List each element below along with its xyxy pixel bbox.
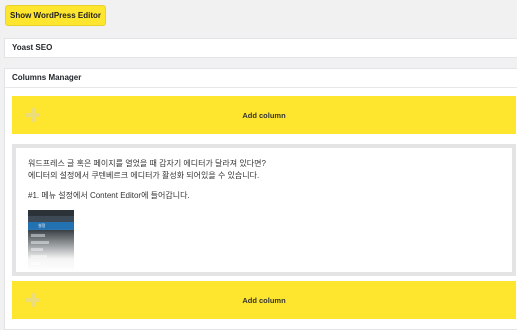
content-text-line-1: 워드프레스 글 혹은 페이지를 열었을 때 갑자기 에디터가 달라져 있다면? xyxy=(28,159,266,168)
add-column-button-bottom[interactable]: Add column xyxy=(12,281,516,319)
plus-icon xyxy=(26,293,40,307)
add-column-button-top[interactable]: Add column xyxy=(12,96,516,134)
content-fade-overlay xyxy=(16,228,512,272)
content-text-line-2: 에디터의 설정에서 쿠텐베르크 에디터가 활성화 되어있을 수 있습니다. xyxy=(28,171,260,180)
content-column-body[interactable]: 워드프레스 글 혹은 페이지를 열었을 때 갑자기 에디터가 달라져 있다면? … xyxy=(16,148,512,272)
content-column[interactable]: 워드프레스 글 혹은 페이지를 열었을 때 갑자기 에디터가 달라져 있다면? … xyxy=(12,144,516,276)
show-wordpress-editor-button[interactable]: Show WordPress Editor xyxy=(5,5,106,26)
yoast-seo-panel[interactable]: Yoast SEO xyxy=(4,38,517,58)
plus-icon xyxy=(26,108,40,122)
thumb-menu-label: 설정 xyxy=(38,223,46,228)
columns-manager-title: Columns Manager xyxy=(5,69,517,88)
yoast-seo-title: Yoast SEO xyxy=(12,43,53,52)
columns-manager-panel: Columns Manager Add column 워드프레스 글 혹은 페이… xyxy=(4,68,517,330)
add-column-label: Add column xyxy=(242,295,286,305)
add-column-label: Add column xyxy=(242,110,286,120)
content-text-line-3: #1. 메뉴 설정에서 Content Editor에 들어갑니다. xyxy=(28,191,190,200)
screenshot-thumbnail-image: 설정 xyxy=(28,210,74,270)
